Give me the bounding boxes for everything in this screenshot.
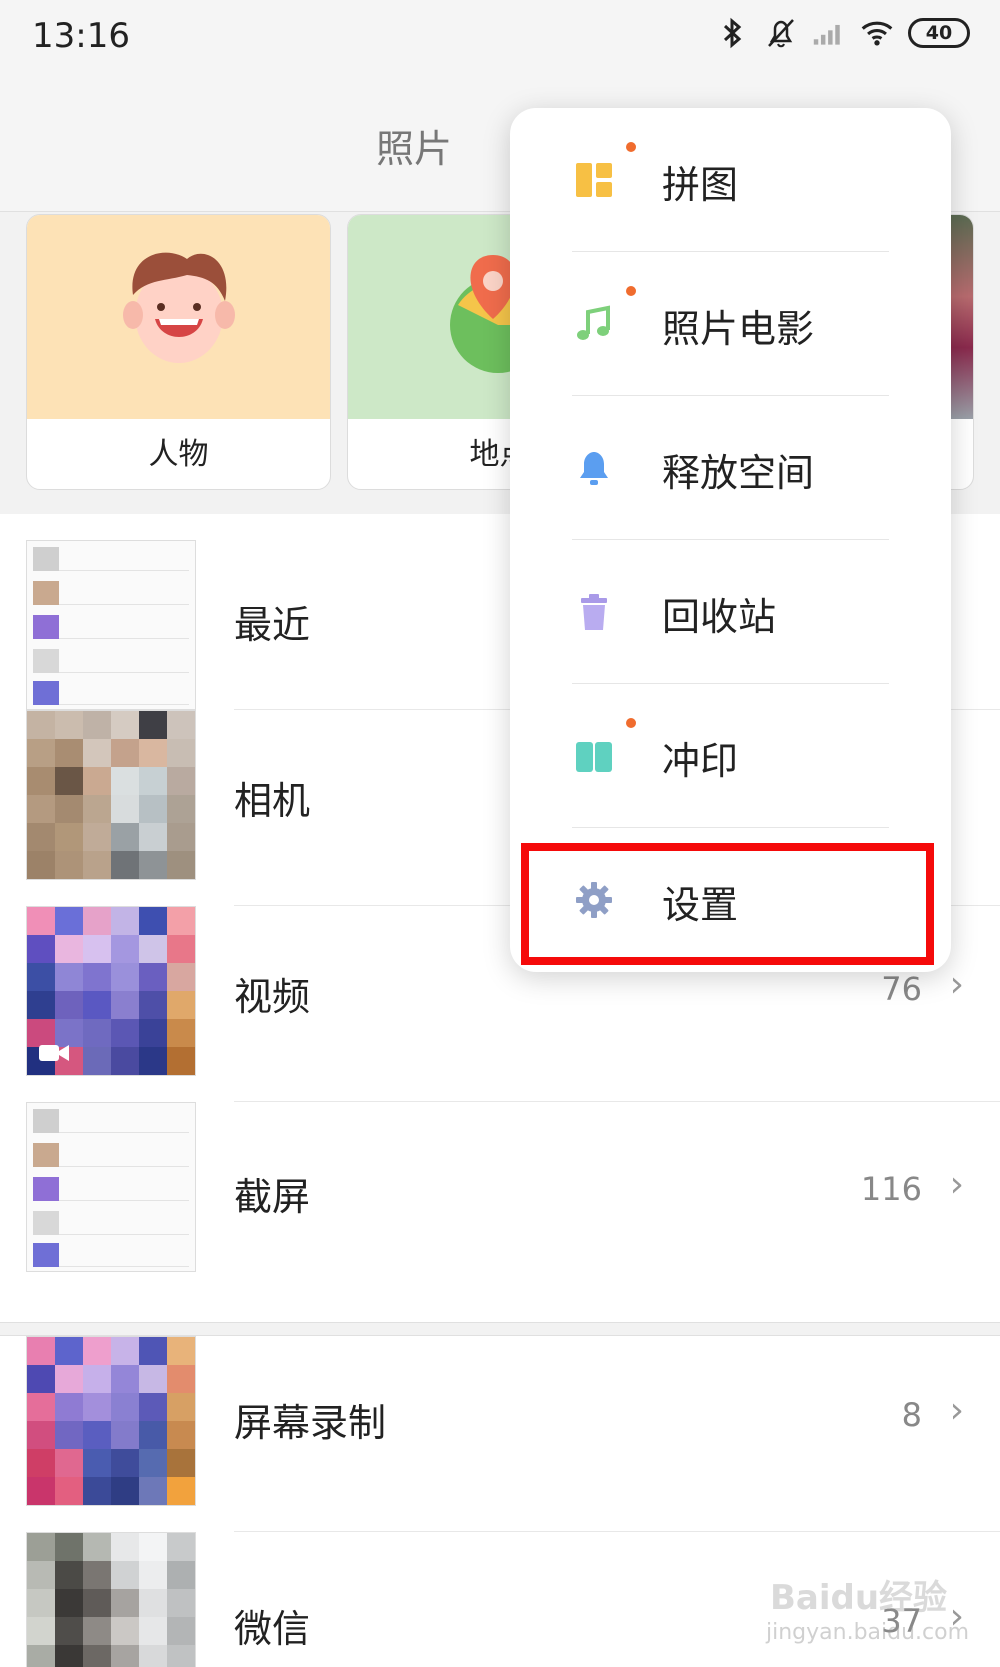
- status-time: 13:16: [32, 16, 130, 56]
- card-people[interactable]: 人物: [26, 214, 331, 490]
- menu-item-print[interactable]: 冲印: [510, 684, 951, 828]
- chevron-right-icon: ›: [949, 964, 964, 1005]
- menu-item-free-space[interactable]: 释放空间: [510, 396, 951, 540]
- menu-item-label: 拼图: [662, 163, 739, 207]
- menu-item-photo-movie[interactable]: 照片电影: [510, 252, 951, 396]
- video-camera-icon: [39, 1045, 69, 1061]
- album-row-screenshots[interactable]: 截屏 116 ›: [0, 1102, 1000, 1298]
- album-count: 116: [860, 1170, 922, 1208]
- page-title: 照片: [375, 127, 452, 171]
- album-name: 微信: [234, 1607, 311, 1651]
- people-illustration: [27, 215, 330, 419]
- album-thumb: [26, 906, 196, 1076]
- watermark-logo: Baidu经验: [770, 1578, 948, 1618]
- menu-item-label: 照片电影: [662, 307, 815, 351]
- album-count: 8: [901, 1396, 922, 1434]
- album-thumb: [26, 540, 196, 710]
- album-thumb: [26, 1532, 196, 1667]
- mute-icon: [764, 16, 798, 50]
- album-name: 视频: [234, 975, 311, 1019]
- screenshot-preview: [27, 1103, 195, 1271]
- album-thumb: [26, 1336, 196, 1506]
- album-name: 相机: [234, 779, 311, 823]
- music-note-icon: [577, 305, 610, 340]
- menu-item-recycle-bin[interactable]: 回收站: [510, 540, 951, 684]
- blurred-photo: [27, 711, 195, 879]
- bluetooth-icon: [716, 16, 750, 50]
- battery-icon: 40: [908, 18, 970, 48]
- chevron-right-icon: ›: [949, 1164, 964, 1205]
- collage-icon: [576, 163, 612, 197]
- menu-item-collage[interactable]: 拼图: [510, 108, 951, 252]
- album-thumb: [26, 710, 196, 880]
- signal-icon: [812, 16, 846, 50]
- settings-highlight-box: [521, 843, 934, 965]
- blurred-photo: [27, 1533, 195, 1667]
- new-badge: [626, 142, 636, 152]
- print-icon: [576, 742, 612, 772]
- bell-icon: [580, 452, 608, 485]
- wifi-icon: [860, 16, 894, 50]
- menu-item-label: 释放空间: [662, 451, 815, 495]
- blurred-video: [27, 1337, 195, 1505]
- new-badge: [626, 718, 636, 728]
- section-divider: [0, 1322, 1000, 1336]
- album-name: 最近: [234, 603, 311, 647]
- card-people-label: 人物: [148, 437, 209, 472]
- new-badge: [626, 286, 636, 296]
- menu-item-label: 回收站: [662, 595, 777, 639]
- menu-item-label: 冲印: [662, 739, 739, 783]
- album-row-screen-recording[interactable]: 屏幕录制 8 ›: [0, 1336, 1000, 1532]
- chevron-right-icon: ›: [949, 1390, 964, 1431]
- album-count: 76: [881, 970, 922, 1008]
- status-bar: 13:16 40: [0, 0, 1000, 76]
- album-name: 屏幕录制: [234, 1401, 387, 1445]
- screenshot-preview: [27, 541, 195, 709]
- status-icons: 40: [716, 16, 970, 50]
- trash-icon: [581, 594, 607, 630]
- album-thumb: [26, 1102, 196, 1272]
- watermark-url: jingyan.baidu.com: [766, 1620, 970, 1645]
- album-name: 截屏: [234, 1175, 311, 1219]
